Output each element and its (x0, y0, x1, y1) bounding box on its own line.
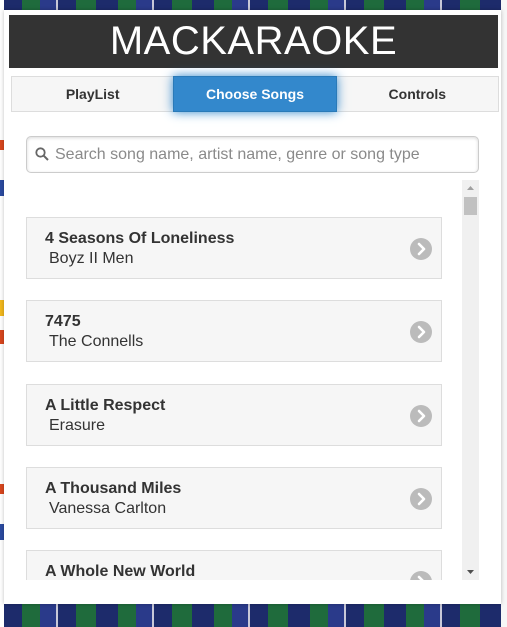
tab-playlist[interactable]: PlayList (12, 77, 173, 111)
chevron-right-icon[interactable] (410, 405, 432, 427)
song-list-item[interactable]: A Little Respect Erasure (26, 384, 442, 446)
background-pattern-bottom (0, 604, 507, 627)
song-list-item[interactable]: 4 Seasons Of Loneliness Boyz II Men (26, 217, 442, 279)
search-box (26, 136, 479, 173)
chevron-right-icon[interactable] (410, 321, 432, 343)
scroll-up-arrow-icon[interactable] (462, 180, 479, 197)
background-pattern-right (501, 0, 507, 627)
tab-choose-songs[interactable]: Choose Songs (173, 76, 337, 112)
chevron-right-icon[interactable] (410, 571, 432, 580)
song-title: A Thousand Miles (45, 480, 182, 497)
scroll-down-arrow-icon[interactable] (462, 563, 479, 580)
scrollbar-thumb[interactable] (464, 197, 477, 215)
chevron-right-icon[interactable] (410, 238, 432, 260)
tab-controls[interactable]: Controls (337, 77, 498, 111)
song-artist: Boyz II Men (49, 250, 134, 267)
song-artist: The Connells (49, 333, 144, 350)
song-list: 4 Seasons Of Loneliness Boyz II Men 7475… (26, 184, 442, 580)
song-artist: Erasure (49, 417, 106, 434)
app-title: MACKARAOKE (9, 15, 498, 68)
karaoke-panel: MACKARAOKE PlayList Choose Songs Control… (4, 10, 501, 604)
song-artist: Vanessa Carlton (49, 500, 167, 517)
song-title: 7475 (45, 313, 81, 330)
tab-bar: PlayList Choose Songs Controls (11, 76, 499, 112)
song-title: A Whole New World (45, 563, 196, 580)
song-list-item[interactable]: 7475 The Connells (26, 300, 442, 362)
song-list-item[interactable]: A Thousand Miles Vanessa Carlton (26, 467, 442, 529)
chevron-right-icon[interactable] (410, 488, 432, 510)
song-title: A Little Respect (45, 397, 166, 414)
search-input[interactable] (55, 138, 473, 171)
song-title: 4 Seasons Of Loneliness (45, 230, 235, 247)
song-list-item[interactable]: A Whole New World (26, 550, 442, 580)
search-icon (35, 147, 49, 161)
list-scrollbar[interactable] (462, 180, 479, 580)
